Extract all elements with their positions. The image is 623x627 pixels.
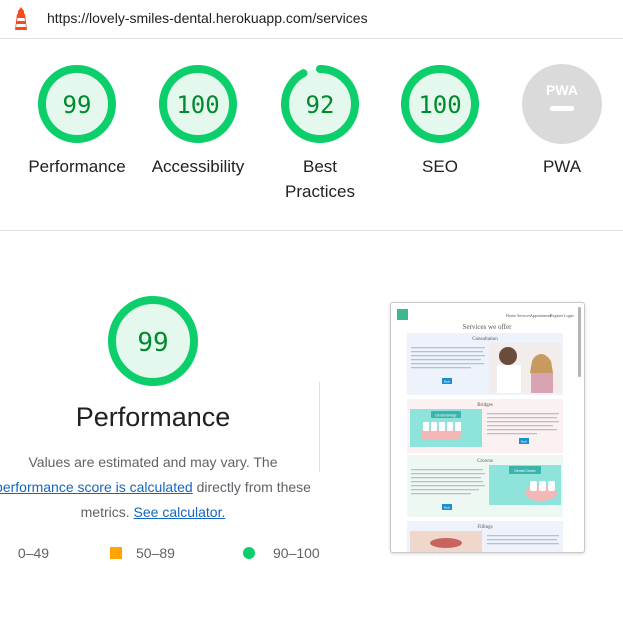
- screenshot-badge-crowns: Dental Crown: [514, 469, 535, 473]
- legend-pass: 90–100: [243, 545, 320, 561]
- screenshot-heading: Services we offer: [463, 323, 513, 331]
- screenshot-nav-register: Register: [550, 313, 564, 318]
- gauge-accessibility-ring: 100: [159, 65, 237, 143]
- performance-description: Values are estimated and may vary. The p…: [0, 450, 330, 525]
- gauge-seo[interactable]: 100 SEO: [380, 64, 500, 179]
- legend-pass-label: 90–100: [273, 545, 320, 561]
- section-divider: [319, 382, 320, 472]
- screenshot-button-bridges: Book: [521, 440, 528, 444]
- circle-icon: [243, 547, 255, 559]
- screenshot-section-consultation: Consultation: [472, 337, 498, 342]
- see-calculator-link[interactable]: See calculator.: [134, 504, 226, 520]
- legend-average-label: 50–89: [136, 545, 175, 561]
- performance-score: 99: [137, 328, 168, 358]
- screenshot-button-consultation: Book: [444, 380, 451, 384]
- desc-mid-text: directly from these: [192, 479, 311, 495]
- gauge-score: 99: [63, 91, 92, 119]
- pwa-badge-icon: PWA: [522, 64, 602, 144]
- category-gauges: 99 Performance 100 Accessibility 92 Best…: [0, 38, 623, 231]
- legend-average: 50–89: [110, 545, 175, 561]
- gauge-label: Performance: [28, 157, 126, 176]
- page-url[interactable]: https://lovely-smiles-dental.herokuapp.c…: [47, 10, 368, 26]
- final-screenshot[interactable]: Home Services Appointment Register Login…: [390, 302, 585, 553]
- gauge-label: SEO: [422, 157, 458, 176]
- gauge-performance-ring: 99: [38, 65, 116, 143]
- legend-fail-label: 0–49: [17, 545, 50, 561]
- score-calculated-link[interactable]: performance score is calculated: [0, 479, 193, 495]
- performance-gauge: 99: [108, 296, 198, 386]
- performance-title: Performance: [75, 402, 231, 432]
- gauge-label: PWA: [542, 157, 582, 176]
- square-icon: [110, 547, 122, 559]
- gauge-label: Accessibility: [151, 157, 245, 176]
- screenshot-nav-home: Home: [506, 313, 516, 318]
- pwa-badge-text: PWA: [546, 82, 578, 98]
- gauge-seo-ring: 100: [401, 65, 479, 143]
- gauge-best-practices-ring: 92: [281, 65, 359, 143]
- desc-line-3-text: metrics.: [80, 504, 134, 520]
- performance-section: 99 Performance Values are estimated and …: [0, 232, 623, 627]
- gauge-performance[interactable]: 99 Performance: [17, 64, 137, 179]
- screenshot-nav-appointment: Appointment: [530, 313, 552, 318]
- screenshot-section-fillings: Fillings: [477, 525, 492, 530]
- screenshot-section-bridges: Bridges: [477, 403, 493, 408]
- gauge-score: 100: [418, 91, 461, 119]
- desc-line-1: Values are estimated and may vary. The: [28, 454, 278, 470]
- gauge-score: 100: [176, 91, 219, 119]
- screenshot-nav-login: Login: [564, 313, 574, 318]
- gauge-pwa[interactable]: PWA PWA: [502, 64, 622, 179]
- address-bar: https://lovely-smiles-dental.herokuapp.c…: [0, 0, 623, 39]
- screenshot-button-crowns: Book: [444, 506, 451, 510]
- gauge-label: Best Practices: [285, 157, 355, 201]
- gauge-accessibility[interactable]: 100 Accessibility: [138, 64, 258, 179]
- screenshot-thumbnail: Home Services Appointment Register Login…: [397, 307, 581, 552]
- screenshot-section-crowns: Crowns: [477, 459, 493, 464]
- lighthouse-icon: [15, 7, 27, 30]
- desc-line-3: metrics. See calculator.: [0, 500, 330, 525]
- gauge-best-practices[interactable]: 92 Best Practices: [260, 64, 380, 204]
- desc-line-2: performance score is calculated directly…: [0, 475, 330, 500]
- gauge-score: 92: [306, 91, 335, 119]
- screenshot-nav-services: Services: [517, 313, 531, 318]
- screenshot-badge-bridges: Dental Bridge: [435, 414, 456, 418]
- legend-fail: 0–49: [14, 545, 49, 561]
